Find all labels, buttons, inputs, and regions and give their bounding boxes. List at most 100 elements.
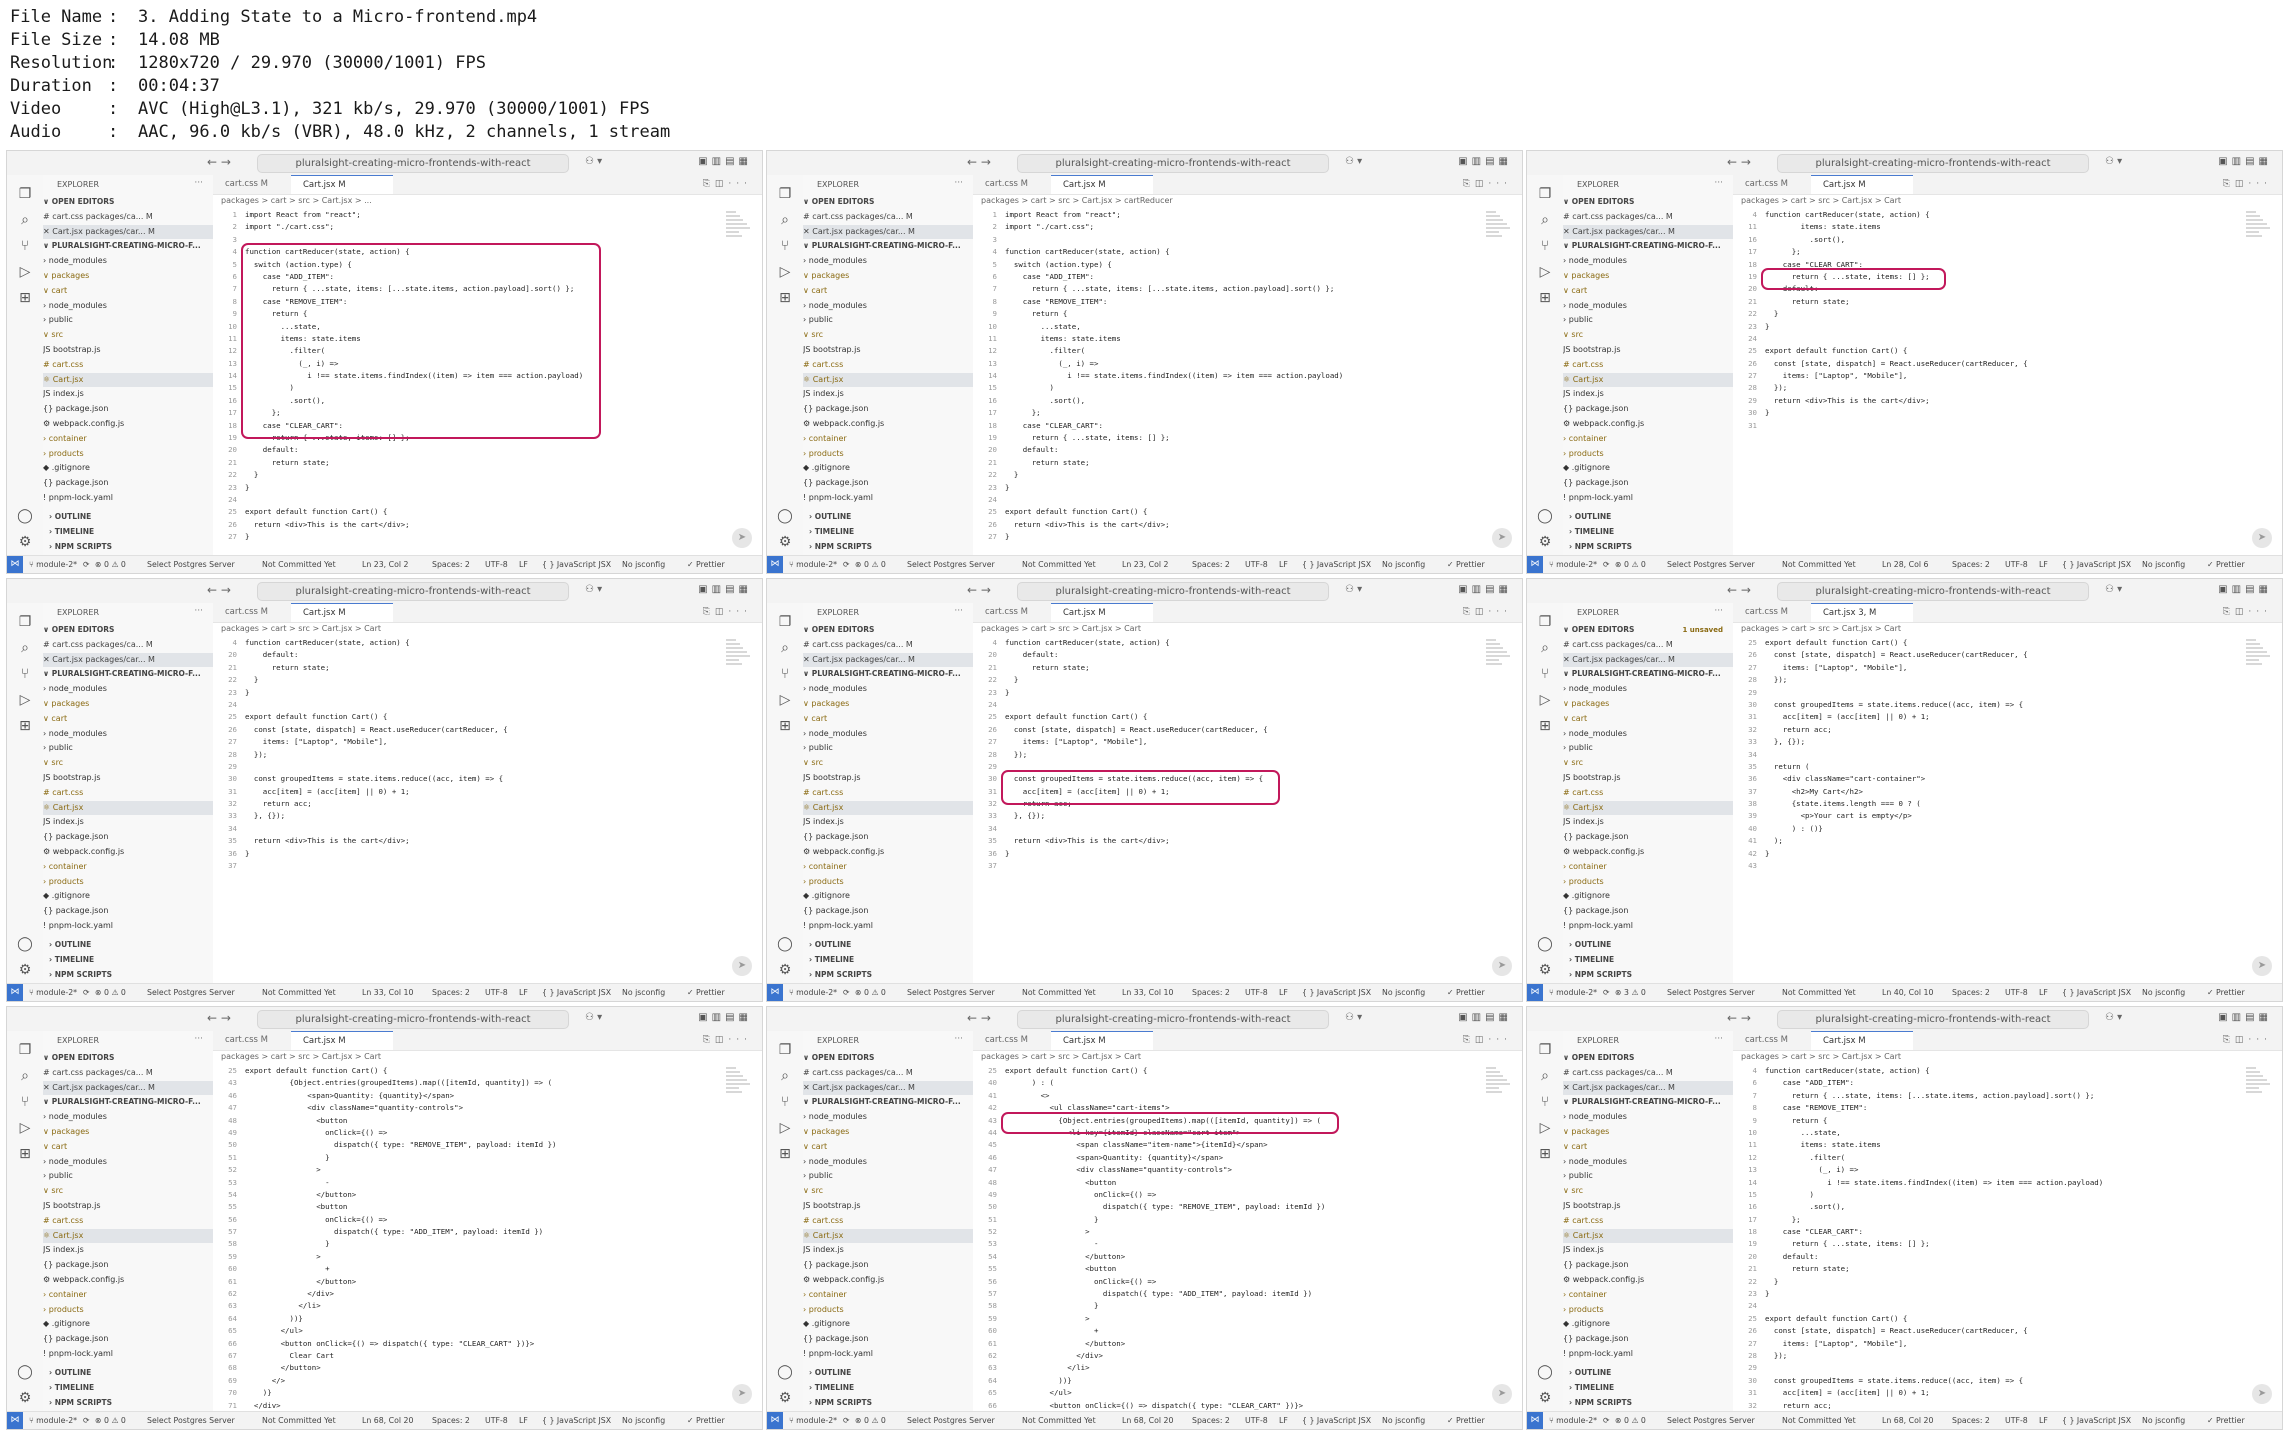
code-line[interactable]: 33 }, {}); bbox=[213, 810, 724, 822]
code-line[interactable]: 16 .sort(), bbox=[213, 395, 724, 407]
editor-tab[interactable]: cart.css M bbox=[973, 1031, 1063, 1050]
file-tree-item[interactable]: ∨ cart bbox=[43, 284, 213, 299]
code-line[interactable]: 48 <button bbox=[213, 1115, 724, 1127]
code-line[interactable]: 57 dispatch({ type: "ADD_ITEM", payload:… bbox=[213, 1226, 724, 1238]
file-tree-item[interactable]: › container bbox=[803, 860, 973, 875]
code-line[interactable]: 35 return ( bbox=[1733, 761, 2244, 773]
code-line[interactable]: 63 </li> bbox=[973, 1362, 1484, 1374]
editor-tab[interactable]: cart.css M bbox=[973, 603, 1063, 622]
code-line[interactable]: 39 <p>Your cart is empty</p> bbox=[1733, 810, 2244, 822]
file-tree-item[interactable]: ∨ cart bbox=[1563, 1140, 1733, 1155]
code-line[interactable]: 69 </> bbox=[213, 1375, 724, 1387]
file-tree-item[interactable]: JS index.js bbox=[43, 1243, 213, 1258]
file-tree-item[interactable]: ! pnpm-lock.yaml bbox=[803, 491, 973, 506]
jsconfig-status[interactable]: No jsconfig bbox=[1382, 984, 1425, 1001]
copilot-icon[interactable]: ⚇ ▾ bbox=[585, 156, 602, 167]
code-line[interactable]: 24 bbox=[973, 699, 1484, 711]
code-line[interactable]: 46 <span>Quantity: {quantity}</span> bbox=[213, 1090, 724, 1102]
code-line[interactable]: 30} bbox=[1733, 407, 2244, 419]
editor-actions-icons[interactable]: ⎘◫··· bbox=[1463, 607, 1512, 617]
code-line[interactable]: 47 <div className="quantity-controls"> bbox=[213, 1102, 724, 1114]
branch-indicator[interactable]: ⑂ module-2* bbox=[1549, 1412, 1597, 1429]
file-tree-item[interactable]: ◆ .gitignore bbox=[43, 889, 213, 904]
minimap[interactable] bbox=[726, 637, 752, 665]
remote-icon[interactable]: ⋈ bbox=[767, 1412, 783, 1429]
code-line[interactable]: 24 bbox=[213, 494, 724, 506]
file-tree-item[interactable]: › node_modules bbox=[803, 682, 973, 697]
code-line[interactable]: 62 </div> bbox=[213, 1288, 724, 1300]
extensions-icon[interactable]: ⊞ bbox=[16, 1145, 34, 1163]
code-line[interactable]: 12 .filter( bbox=[213, 345, 724, 357]
sync-icon[interactable]: ⟳ bbox=[843, 1412, 850, 1429]
file-tree-item[interactable]: ∨ PLURALSIGHT-CREATING-MICRO-F... bbox=[803, 667, 973, 682]
editor-tab[interactable]: Cart.jsx M bbox=[1811, 1031, 1913, 1050]
code-line[interactable]: 1 import React from "react"; bbox=[213, 209, 724, 221]
cursor-position[interactable]: Ln 68, Col 20 bbox=[1122, 1412, 1173, 1429]
search-icon[interactable]: ⌕ bbox=[16, 1067, 34, 1085]
file-tree-item[interactable]: ∨ src bbox=[803, 756, 973, 771]
code-line[interactable]: 9 return { bbox=[973, 308, 1484, 320]
file-tree-item[interactable]: {} package.json bbox=[803, 904, 973, 919]
file-tree-item[interactable]: ∨ packages bbox=[803, 269, 973, 284]
code-line[interactable]: 6 case "ADD_ITEM": bbox=[973, 271, 1484, 283]
line-ending-setting[interactable]: LF bbox=[519, 984, 528, 1001]
remote-icon[interactable]: ⋈ bbox=[1527, 1412, 1543, 1429]
extensions-icon[interactable]: ⊞ bbox=[776, 717, 794, 735]
git-blame-status[interactable]: Not Committed Yet bbox=[262, 556, 336, 573]
file-tree-item[interactable]: {} package.json bbox=[803, 1258, 973, 1273]
nav-arrows-icon[interactable]: ← → bbox=[1727, 1011, 1751, 1025]
indentation-setting[interactable]: Spaces: 2 bbox=[1952, 556, 1990, 573]
code-line[interactable]: 40 ) : ()} bbox=[1733, 823, 2244, 835]
run-debug-icon[interactable]: ▷ bbox=[776, 263, 794, 281]
code-line[interactable]: 70 )} bbox=[213, 1387, 724, 1399]
more-actions-icon[interactable]: ··· bbox=[954, 1034, 963, 1044]
line-ending-setting[interactable]: LF bbox=[1279, 556, 1288, 573]
file-tree-item[interactable]: › container bbox=[1563, 1288, 1733, 1303]
cursor-position[interactable]: Ln 68, Col 20 bbox=[1882, 1412, 1933, 1429]
file-tree-item[interactable]: › public bbox=[43, 1169, 213, 1184]
code-line[interactable]: 61 </button> bbox=[213, 1276, 724, 1288]
file-tree-item[interactable]: ! pnpm-lock.yaml bbox=[1563, 919, 1733, 934]
sidebar-section[interactable]: › NPM SCRIPTS bbox=[803, 1395, 973, 1410]
code-line[interactable]: 1 import React from "react"; bbox=[973, 209, 1484, 221]
file-tree-item[interactable]: ⚛ Cart.jsx bbox=[1563, 372, 1733, 388]
code-line[interactable]: 6 case "ADD_ITEM": bbox=[1733, 1077, 2244, 1089]
chat-assistant-icon[interactable]: ➤ bbox=[1492, 956, 1512, 976]
file-tree-item[interactable]: › node_modules bbox=[803, 254, 973, 269]
file-tree-item[interactable]: ∨ PLURALSIGHT-CREATING-MICRO-F... bbox=[1563, 667, 1733, 682]
code-line[interactable]: 24 bbox=[1733, 333, 2244, 345]
copilot-icon[interactable]: ⚇ ▾ bbox=[1345, 1012, 1362, 1023]
line-ending-setting[interactable]: LF bbox=[2039, 984, 2048, 1001]
code-line[interactable]: 4 function cartReducer(state, action) { bbox=[1733, 1065, 2244, 1077]
code-line[interactable]: 28 }); bbox=[1733, 1350, 2244, 1362]
file-tree-item[interactable]: ∨ src bbox=[1563, 756, 1733, 771]
search-icon[interactable]: ⌕ bbox=[1536, 211, 1554, 229]
command-center-search[interactable]: pluralsight-creating-micro-frontends-wit… bbox=[1017, 1010, 1329, 1029]
code-line[interactable]: 8 case "REMOVE_ITEM": bbox=[213, 296, 724, 308]
run-debug-icon[interactable]: ▷ bbox=[16, 263, 34, 281]
code-line[interactable]: 18 case "CLEAR_CART": bbox=[1733, 1226, 2244, 1238]
file-tree-item[interactable]: ⚙ webpack.config.js bbox=[43, 1273, 213, 1288]
settings-gear-icon[interactable]: ⚙ bbox=[16, 533, 34, 551]
sync-icon[interactable]: ⟳ bbox=[83, 556, 90, 573]
code-line[interactable]: 21 return state; bbox=[213, 662, 724, 674]
sidebar-section[interactable]: › OUTLINE bbox=[803, 1365, 973, 1380]
layout-toggle-icons[interactable]: ▣▥▤▦ bbox=[698, 584, 752, 595]
copilot-icon[interactable]: ⚇ ▾ bbox=[2105, 156, 2122, 167]
file-tree-item[interactable]: JS index.js bbox=[43, 387, 213, 402]
code-line[interactable]: 58 } bbox=[973, 1300, 1484, 1312]
problems-counter[interactable]: ⊗ 0 ⚠ 0 bbox=[855, 1412, 886, 1429]
encoding-setting[interactable]: UTF-8 bbox=[2005, 556, 2028, 573]
file-tree-item[interactable]: › node_modules bbox=[43, 727, 213, 742]
file-tree-item[interactable]: # cart.css bbox=[43, 358, 213, 373]
code-line[interactable]: 12 .filter( bbox=[973, 345, 1484, 357]
code-line[interactable]: 30 const groupedItems = state.items.redu… bbox=[973, 773, 1484, 785]
account-icon[interactable]: ◯ bbox=[1536, 507, 1554, 525]
file-tree-item[interactable]: ∨ cart bbox=[1563, 284, 1733, 299]
code-line[interactable]: 25 export default function Cart() { bbox=[1733, 637, 2244, 649]
file-tree-item[interactable]: › node_modules bbox=[43, 1110, 213, 1125]
file-tree-item[interactable]: › node_modules bbox=[1563, 727, 1733, 742]
code-line[interactable]: 34 bbox=[973, 823, 1484, 835]
code-line[interactable]: 5 switch (action.type) { bbox=[973, 259, 1484, 271]
sidebar-section[interactable]: › NPM SCRIPTS bbox=[43, 1395, 213, 1410]
